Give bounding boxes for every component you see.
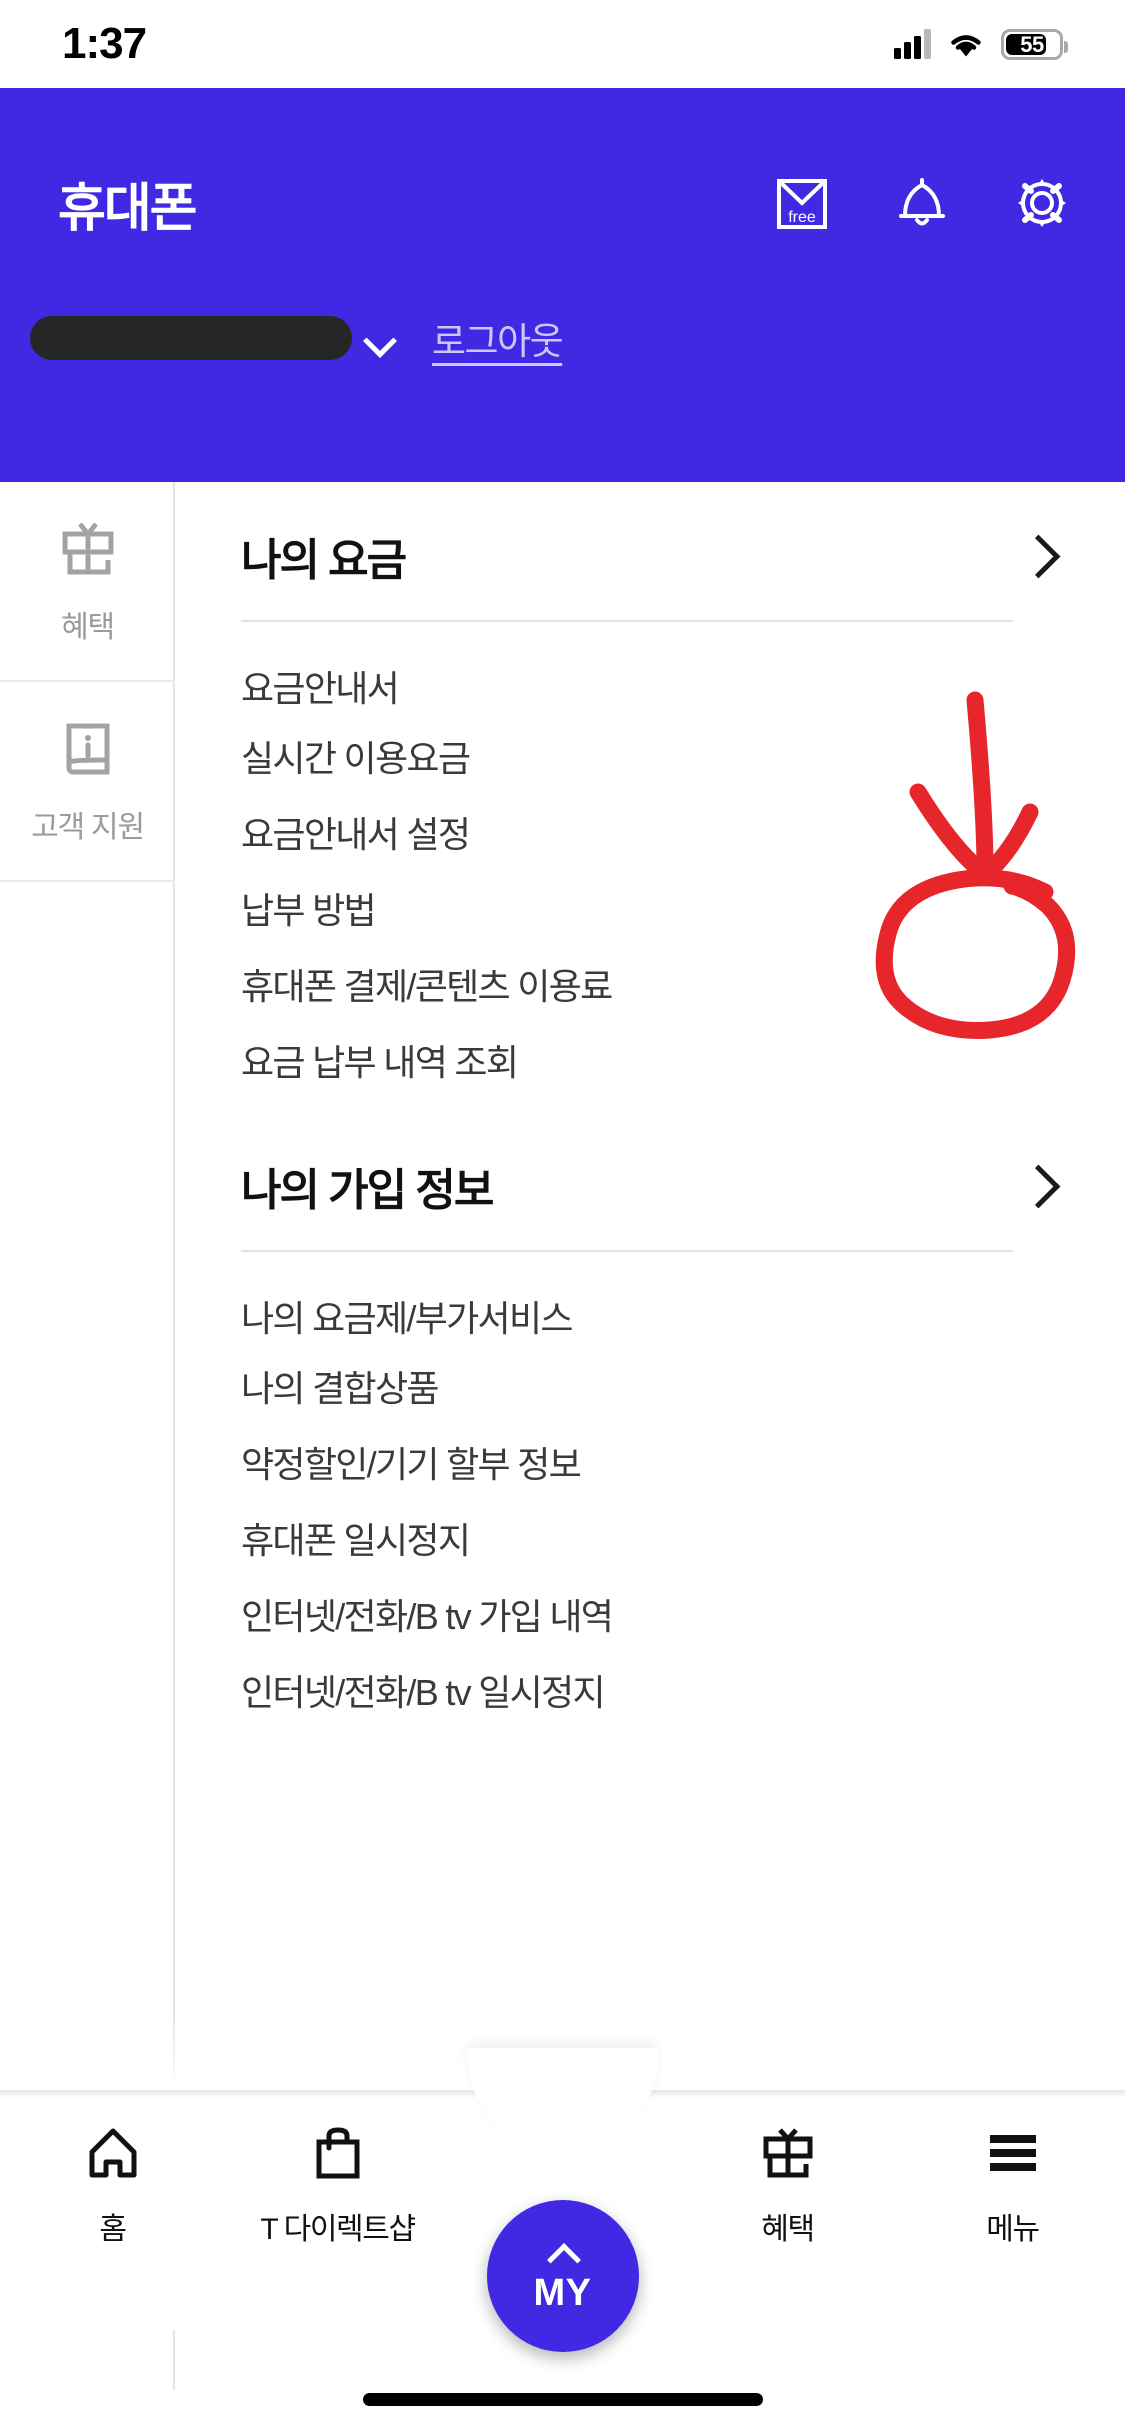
battery-percent: 55 [1020,31,1044,57]
section-title: 나의 요금 [241,536,407,585]
menu-item[interactable]: 요금안내서 설정 [241,774,1069,855]
nav-item-home[interactable]: 홈 [18,2122,208,2248]
menu-item[interactable]: 인터넷/전화/B tv 일시정지 [241,1632,1069,1713]
chevron-right-icon[interactable] [1015,1164,1059,1208]
my-fab-button[interactable]: MY [486,2200,639,2352]
nav-item-label: 혜택 [761,2213,815,2246]
gift-icon [56,516,120,580]
section-header-my-subscription[interactable]: 나의 가입 정보 [241,1154,1069,1218]
hamburger-menu-icon [982,2122,1044,2184]
nav-item-label: 홈 [99,2213,127,2246]
chevron-down-icon[interactable] [362,321,396,355]
menu-item[interactable]: 약정할인/기기 할부 정보 [241,1404,1069,1485]
account-name-redacted[interactable] [30,316,352,360]
nav-item-tdirectshop[interactable]: T 다이렉트샵 [243,2122,433,2248]
nav-item-menu[interactable]: 메뉴 [918,2122,1108,2248]
menu-item[interactable]: 휴대폰 일시정지 [241,1480,1069,1561]
menu-item[interactable]: 납부 방법 [241,850,1069,931]
sidebar-item-label: 혜택 [61,611,115,644]
home-icon [82,2122,144,2184]
home-indicator [362,2393,763,2406]
nav-item-label: T 다이렉트샵 [260,2213,416,2246]
sidebar-item-label: 고객 지원 [31,811,145,844]
battery-icon: 55 [1001,28,1068,60]
shopping-bag-icon [307,2122,369,2184]
bottom-navigation-bar: 홈 T 다이렉트샵 혜택 메뉴 MY [0,2048,1125,2352]
menu-item[interactable]: 요금 납부 내역 조회 [241,1002,1069,1083]
svg-text:free: free [788,209,816,226]
chevron-right-icon[interactable] [1015,534,1059,578]
book-info-icon [56,716,120,780]
chevron-up-icon [548,2238,578,2268]
gear-icon[interactable] [1011,172,1073,234]
logout-link[interactable]: 로그아웃 [432,311,564,365]
menu-item[interactable]: 나의 요금제/부가서비스 [241,1252,1069,1339]
header-top-row: 휴대폰 free [0,148,1125,258]
app-header: 휴대폰 free 로그아웃 [0,88,1125,482]
nav-item-label: 메뉴 [986,2213,1040,2246]
status-bar-indicators: 55 [894,28,1068,60]
menu-item[interactable]: 요금안내서 [241,622,1069,709]
header-actions: free [771,172,1073,234]
gift-icon [757,2122,819,2184]
section-title: 나의 가입 정보 [241,1166,494,1215]
nav-item-benefits[interactable]: 혜택 [693,2122,883,2248]
section-header-my-charges[interactable]: 나의 요금 [241,524,1069,588]
status-bar: 1:37 55 [0,0,1125,88]
sidebar-item-benefits[interactable]: 혜택 [0,482,175,682]
fab-label: MY [533,2271,592,2314]
bell-icon[interactable] [891,172,953,234]
app-screen: 1:37 55 휴대폰 free 로그아웃 혜택 고객 지원 나의 요금 요금안… [0,0,1125,2436]
menu-item[interactable]: 인터넷/전화/B tv 가입 내역 [241,1556,1069,1637]
sidebar-item-support[interactable]: 고객 지원 [0,682,175,882]
free-mail-icon[interactable]: free [771,172,833,234]
menu-item[interactable]: 휴대폰 결제/콘텐츠 이용료 [241,926,1069,1007]
wifi-icon [947,29,985,59]
page-title: 휴대폰 [58,179,198,238]
account-row: 로그아웃 [0,293,1125,383]
status-bar-time: 1:37 [62,19,147,68]
cellular-signal-icon [894,29,931,59]
